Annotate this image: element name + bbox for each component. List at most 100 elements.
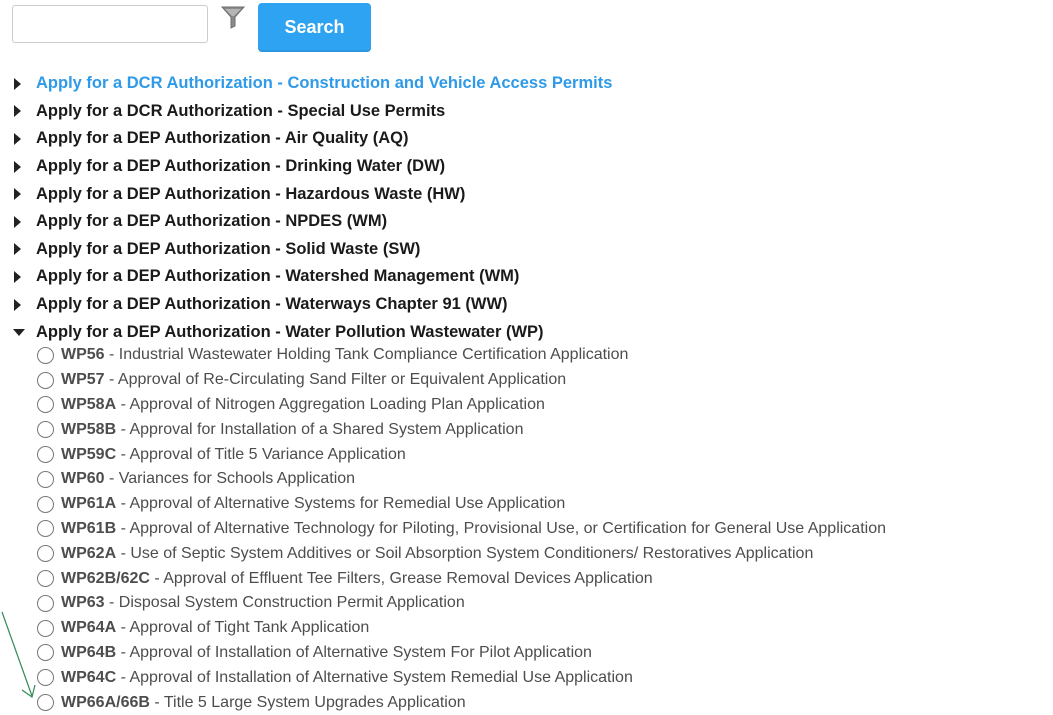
option-title: - Approval of Alternative Technology for… bbox=[116, 519, 886, 537]
wp-option-wp58a[interactable]: WP58A - Approval of Nitrogen Aggregation… bbox=[0, 393, 1053, 418]
option-code: WP66A/66B bbox=[61, 693, 150, 711]
expand-arrow-icon bbox=[14, 77, 21, 90]
category-dep-air-quality[interactable]: Apply for a DEP Authorization - Air Qual… bbox=[0, 125, 1053, 153]
wp-option-wp64b[interactable]: WP64B - Approval of Installation of Alte… bbox=[0, 641, 1053, 666]
option-label: WP64A - Approval of Tight Tank Applicati… bbox=[61, 619, 369, 637]
option-title: - Approval of Installation of Alternativ… bbox=[116, 643, 592, 661]
option-code: WP64B bbox=[61, 643, 117, 661]
radio-button[interactable] bbox=[37, 545, 54, 563]
option-code: WP61B bbox=[61, 519, 117, 537]
category-label: Apply for a DEP Authorization - Solid Wa… bbox=[36, 239, 421, 258]
radio-button[interactable] bbox=[37, 644, 54, 662]
option-title: - Approval of Effluent Tee Filters, Grea… bbox=[149, 569, 653, 587]
radio-button[interactable] bbox=[37, 694, 54, 712]
wp-option-wp63[interactable]: WP63 - Disposal System Construction Perm… bbox=[0, 591, 1053, 616]
expand-arrow-icon bbox=[14, 160, 21, 173]
option-code: WP60 bbox=[61, 470, 105, 488]
radio-button[interactable] bbox=[37, 470, 54, 488]
expand-arrow-icon bbox=[14, 298, 21, 311]
category-dcr-special-use[interactable]: Apply for a DCR Authorization - Special … bbox=[0, 98, 1053, 126]
option-label: WP56 - Industrial Wastewater Holding Tan… bbox=[61, 346, 628, 364]
radio-button[interactable] bbox=[37, 570, 54, 588]
radio-button[interactable] bbox=[37, 446, 54, 464]
option-label: WP62B/62C - Approval of Effluent Tee Fil… bbox=[61, 570, 653, 588]
wp-application-list: WP56 - Industrial Wastewater Holding Tan… bbox=[0, 343, 1053, 715]
option-label: WP58A - Approval of Nitrogen Aggregation… bbox=[61, 396, 545, 414]
option-title: - Approval of Re-Circulating Sand Filter… bbox=[104, 371, 567, 389]
radio-button[interactable] bbox=[37, 520, 54, 538]
radio-button[interactable] bbox=[37, 594, 54, 612]
radio-button[interactable] bbox=[37, 669, 54, 687]
option-title: - Approval of Tight Tank Application bbox=[116, 619, 370, 637]
option-label: WP58B - Approval for Installation of a S… bbox=[61, 421, 523, 439]
category-dep-drinking-water[interactable]: Apply for a DEP Authorization - Drinking… bbox=[0, 153, 1053, 181]
category-dep-waterways-chapter-91[interactable]: Apply for a DEP Authorization - Waterway… bbox=[0, 291, 1053, 319]
radio-button[interactable] bbox=[37, 619, 54, 637]
radio-button[interactable] bbox=[37, 396, 54, 414]
option-title: - Approval of Nitrogen Aggregation Loadi… bbox=[116, 395, 545, 413]
category-label: Apply for a DCR Authorization - Special … bbox=[36, 101, 446, 120]
option-code: WP56 bbox=[61, 346, 105, 364]
option-title: - Approval for Installation of a Shared … bbox=[116, 420, 524, 438]
radio-button[interactable] bbox=[37, 495, 54, 513]
expand-arrow-icon bbox=[14, 132, 21, 145]
option-code: WP63 bbox=[61, 594, 105, 612]
option-code: WP58B bbox=[61, 420, 117, 438]
category-label: Apply for a DEP Authorization - Air Qual… bbox=[36, 129, 409, 148]
wp-option-wp64a[interactable]: WP64A - Approval of Tight Tank Applicati… bbox=[0, 616, 1053, 641]
option-title: - Approval of Alternative Systems for Re… bbox=[116, 495, 566, 513]
option-label: WP60 - Variances for Schools Application bbox=[61, 470, 355, 488]
category-label: Apply for a DEP Authorization - Water Po… bbox=[36, 322, 544, 341]
search-button[interactable]: Search bbox=[258, 3, 371, 52]
expand-arrow-icon bbox=[14, 188, 21, 201]
option-title: - Variances for Schools Application bbox=[104, 470, 356, 488]
category-list: Apply for a DCR Authorization - Construc… bbox=[0, 70, 1053, 346]
wp-option-wp62a[interactable]: WP62A - Use of Septic System Additives o… bbox=[0, 541, 1053, 566]
category-dcr-construction-vehicle-access[interactable]: Apply for a DCR Authorization - Construc… bbox=[0, 70, 1053, 98]
option-label: WP61B - Approval of Alternative Technolo… bbox=[61, 520, 886, 538]
category-label: Apply for a DEP Authorization - Hazardou… bbox=[36, 184, 466, 203]
radio-button[interactable] bbox=[37, 371, 54, 389]
wp-option-wp61a[interactable]: WP61A - Approval of Alternative Systems … bbox=[0, 492, 1053, 517]
option-title: - Industrial Wastewater Holding Tank Com… bbox=[104, 346, 629, 364]
option-code: WP62A bbox=[61, 544, 117, 562]
wp-option-wp57[interactable]: WP57 - Approval of Re-Circulating Sand F… bbox=[0, 368, 1053, 393]
option-title: - Disposal System Construction Permit Ap… bbox=[104, 594, 465, 612]
wp-option-wp56[interactable]: WP56 - Industrial Wastewater Holding Tan… bbox=[0, 343, 1053, 368]
option-code: WP64A bbox=[61, 619, 117, 637]
category-dep-water-pollution-wastewater[interactable]: Apply for a DEP Authorization - Water Po… bbox=[0, 318, 1053, 346]
filter-icon[interactable] bbox=[220, 4, 246, 30]
option-code: WP57 bbox=[61, 371, 105, 389]
option-code: WP61A bbox=[61, 495, 117, 513]
wp-option-wp59c[interactable]: WP59C - Approval of Title 5 Variance App… bbox=[0, 442, 1053, 467]
wp-option-wp62b-62c[interactable]: WP62B/62C - Approval of Effluent Tee Fil… bbox=[0, 566, 1053, 591]
expand-arrow-icon bbox=[14, 215, 21, 228]
category-label: Apply for a DEP Authorization - NPDES (W… bbox=[36, 212, 388, 231]
wp-option-wp64c[interactable]: WP64C - Approval of Installation of Alte… bbox=[0, 665, 1053, 690]
expand-arrow-icon bbox=[14, 270, 21, 283]
search-input[interactable] bbox=[12, 5, 208, 43]
option-label: WP66A/66B - Title 5 Large System Upgrade… bbox=[61, 694, 466, 712]
option-label: WP57 - Approval of Re-Circulating Sand F… bbox=[61, 371, 566, 389]
category-dep-npdes[interactable]: Apply for a DEP Authorization - NPDES (W… bbox=[0, 208, 1053, 236]
category-dep-hazardous-waste[interactable]: Apply for a DEP Authorization - Hazardou… bbox=[0, 180, 1053, 208]
option-title: - Title 5 Large System Upgrades Applicat… bbox=[149, 693, 466, 711]
wp-option-wp61b[interactable]: WP61B - Approval of Alternative Technolo… bbox=[0, 517, 1053, 542]
option-label: WP63 - Disposal System Construction Perm… bbox=[61, 594, 465, 612]
option-code: WP64C bbox=[61, 668, 117, 686]
radio-button[interactable] bbox=[37, 346, 54, 364]
category-label: Apply for a DCR Authorization - Construc… bbox=[36, 74, 613, 93]
option-code: WP58A bbox=[61, 395, 117, 413]
category-label: Apply for a DEP Authorization - Watershe… bbox=[36, 267, 520, 286]
option-title: - Approval of Installation of Alternativ… bbox=[116, 668, 633, 686]
category-dep-solid-waste[interactable]: Apply for a DEP Authorization - Solid Wa… bbox=[0, 236, 1053, 264]
radio-button[interactable] bbox=[37, 421, 54, 439]
wp-option-wp66a-66b[interactable]: WP66A/66B - Title 5 Large System Upgrade… bbox=[0, 690, 1053, 715]
wp-option-wp60[interactable]: WP60 - Variances for Schools Application bbox=[0, 467, 1053, 492]
option-code: WP59C bbox=[61, 445, 117, 463]
option-title: - Approval of Title 5 Variance Applicati… bbox=[116, 445, 406, 463]
category-label: Apply for a DEP Authorization - Waterway… bbox=[36, 295, 508, 314]
expand-arrow-icon bbox=[14, 105, 21, 118]
category-dep-watershed-management[interactable]: Apply for a DEP Authorization - Watershe… bbox=[0, 263, 1053, 291]
wp-option-wp58b[interactable]: WP58B - Approval for Installation of a S… bbox=[0, 417, 1053, 442]
